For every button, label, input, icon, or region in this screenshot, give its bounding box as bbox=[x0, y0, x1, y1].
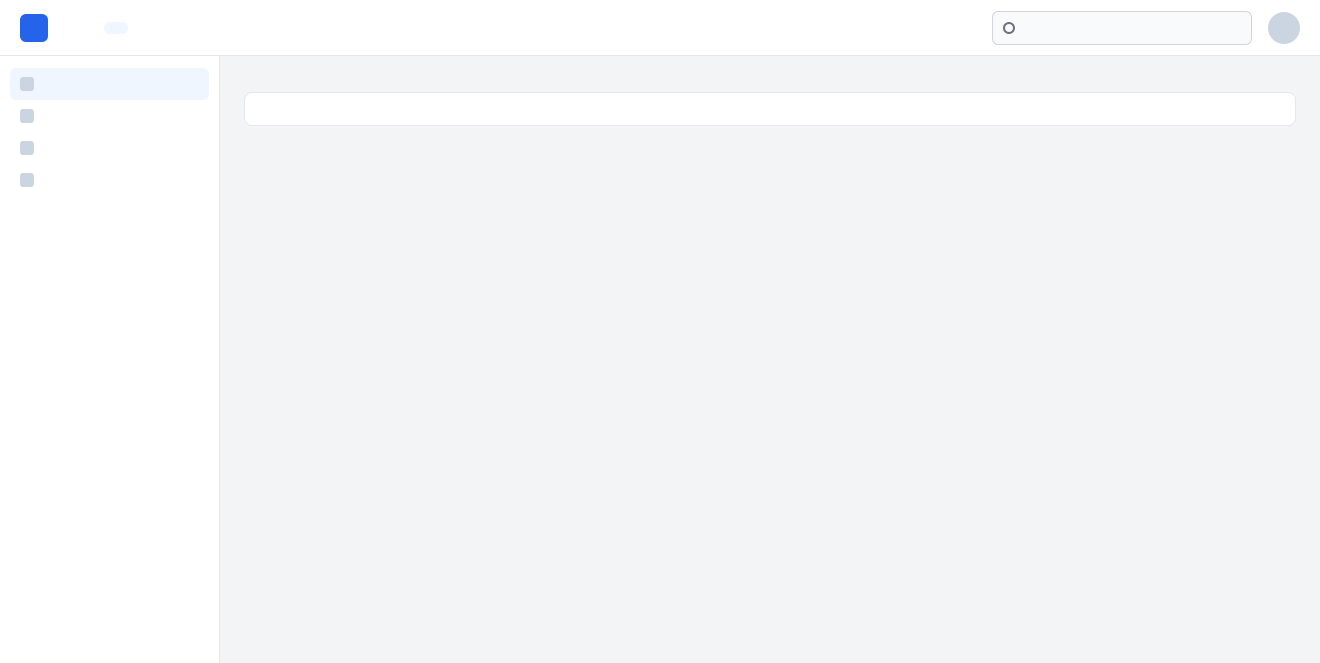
sidebar-item-icon bbox=[20, 173, 34, 187]
main-panel bbox=[220, 56, 1320, 663]
sidebar-item-icon bbox=[20, 109, 34, 123]
nav-tab-1[interactable] bbox=[104, 21, 128, 34]
content-card bbox=[244, 92, 1296, 126]
top-bar bbox=[0, 0, 1320, 56]
sidebar-item-3[interactable] bbox=[10, 132, 209, 164]
sidebar-item-icon bbox=[20, 77, 34, 91]
sidebar-item-4[interactable] bbox=[10, 164, 209, 196]
sidebar-item-1[interactable] bbox=[10, 68, 209, 100]
search-input[interactable] bbox=[1023, 18, 1241, 37]
nav-tab-3[interactable] bbox=[164, 22, 188, 34]
search-box[interactable] bbox=[992, 10, 1252, 45]
sidebar-item-2[interactable] bbox=[10, 100, 209, 132]
sidebar bbox=[0, 56, 220, 663]
sidebar-item-icon bbox=[20, 141, 34, 155]
top-nav bbox=[104, 21, 188, 34]
nav-tab-2[interactable] bbox=[134, 22, 158, 34]
search-icon bbox=[1003, 21, 1015, 34]
app-logo-icon bbox=[20, 13, 48, 42]
content-area bbox=[0, 56, 1320, 663]
avatar[interactable] bbox=[1268, 11, 1300, 44]
app-window bbox=[0, 0, 1320, 663]
